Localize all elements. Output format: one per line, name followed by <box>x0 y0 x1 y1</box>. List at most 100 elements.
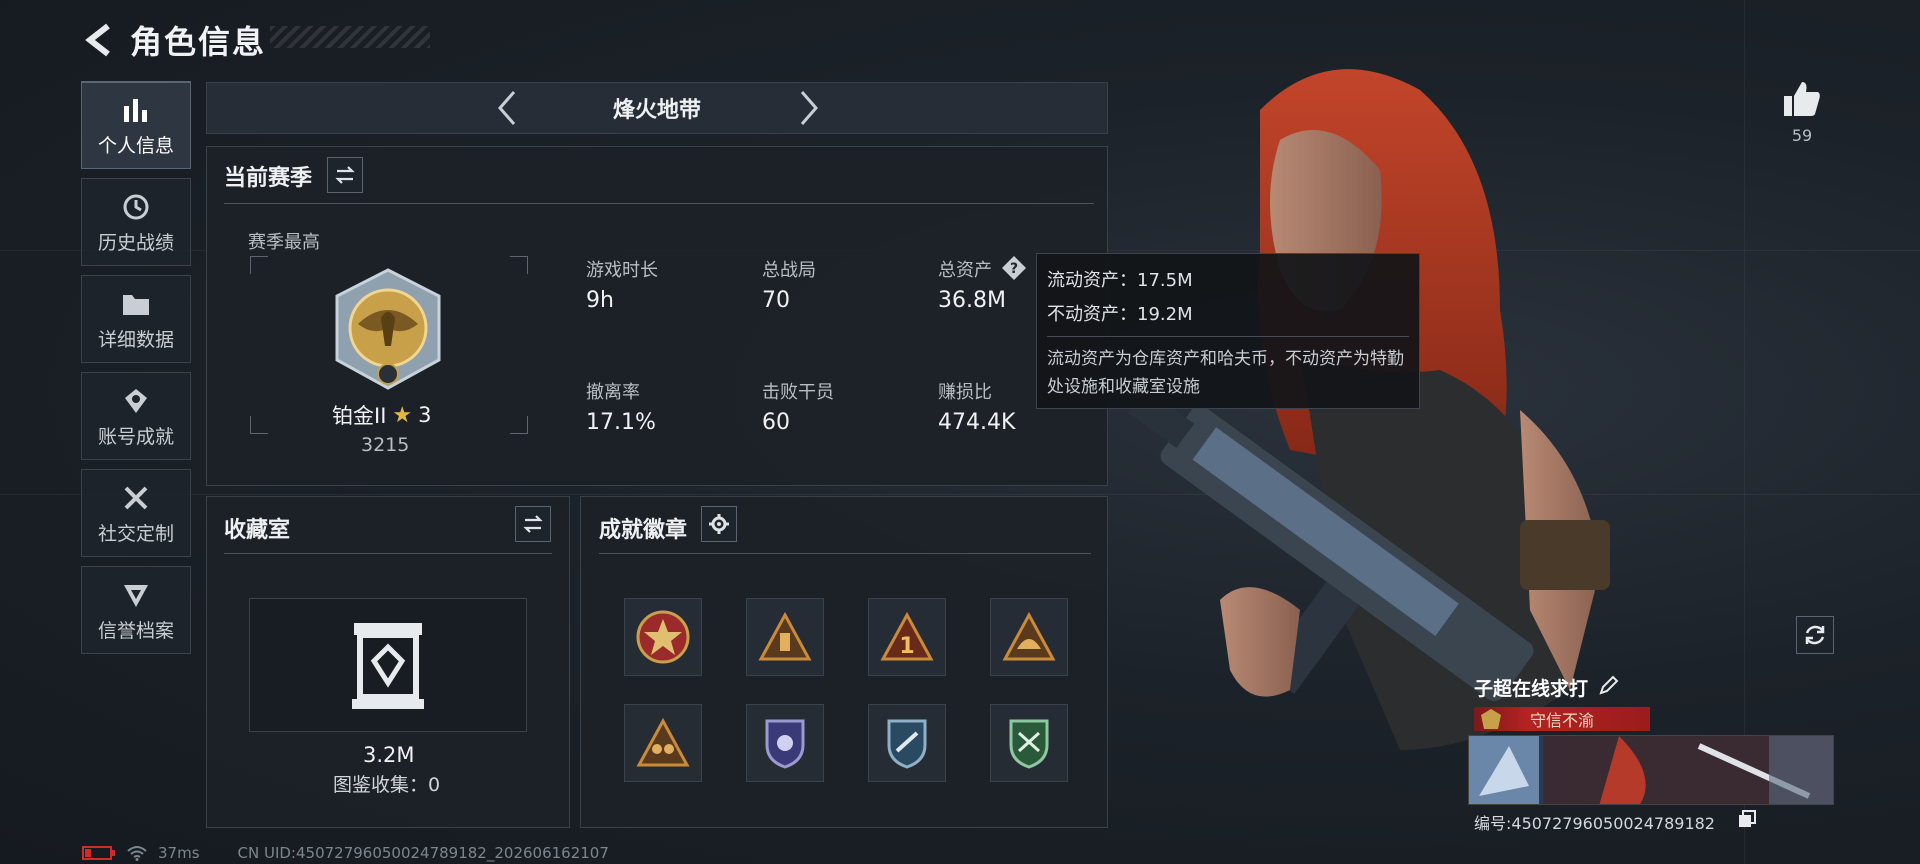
banner-art <box>1469 736 1833 804</box>
sidebar-item-label: 历史战绩 <box>97 231 174 254</box>
collection-switch-button[interactable] <box>515 506 551 542</box>
squad-badge-icon <box>636 717 690 767</box>
chevron-left-icon <box>498 91 516 125</box>
sidebar-item-social[interactable]: 社交定制 <box>81 469 191 557</box>
bottle-badge-icon <box>758 611 812 661</box>
edit-name-button[interactable] <box>1598 674 1620 700</box>
badge-slot[interactable] <box>990 704 1068 782</box>
rank-stars: 3 <box>418 403 432 427</box>
tooltip-fixed-assets: 不动资产：19.2M <box>1047 304 1193 325</box>
question-icon: ? <box>1002 256 1026 280</box>
sidebar-item-personal-info[interactable]: 个人信息 <box>81 81 191 169</box>
divider <box>224 203 1094 204</box>
stat-value-matches: 70 <box>762 288 790 313</box>
star-icon: ★ <box>392 402 413 428</box>
profile-banner[interactable] <box>1468 735 1834 805</box>
player-name: 子超在线求打 <box>1474 678 1589 700</box>
like-button[interactable]: 59 <box>1780 80 1824 145</box>
badge-slot[interactable] <box>746 598 824 676</box>
sidebar-item-reputation[interactable]: 信誉档案 <box>81 566 191 654</box>
reputation-icon <box>119 578 153 612</box>
catalog-count: 图鉴收集：0 <box>333 774 441 796</box>
status-bar: 37ms CN UID:45072796050024789182_2026061… <box>82 844 609 862</box>
stat-label-matches: 总战局 <box>762 260 816 281</box>
refresh-button[interactable] <box>1796 616 1834 654</box>
frame-corner <box>250 256 268 274</box>
title-decoration <box>270 26 430 48</box>
rank-emblem-icon <box>335 268 441 390</box>
mode-title: 烽火地带 <box>612 98 701 123</box>
stat-value-assets: 36.8M <box>938 288 1006 313</box>
sidebar-item-achievements[interactable]: 账号成就 <box>81 372 191 460</box>
badge-slot[interactable] <box>990 598 1068 676</box>
frame-corner <box>250 416 268 434</box>
tooltip-description: 流动资产为仓库资产和哈夫币，不动资产为特勤处设施和收藏室设施 <box>1047 349 1404 397</box>
divider <box>224 553 552 554</box>
player-id: 编号:450727960500247891​82 <box>1474 814 1715 833</box>
badge-slot[interactable] <box>746 704 824 782</box>
uid-text: CN UID:45072796050024789182_202606162107 <box>237 844 609 862</box>
display-case-icon <box>352 623 424 709</box>
badge-slot[interactable] <box>624 598 702 676</box>
pencil-icon <box>1599 675 1619 695</box>
ping-value: 37ms <box>158 844 200 862</box>
folder-icon <box>119 287 153 321</box>
rank-name: 铂金II <box>332 404 387 428</box>
badges-settings-button[interactable] <box>701 506 737 542</box>
back-arrow-icon <box>85 23 110 57</box>
divider <box>599 553 1091 554</box>
divider <box>1047 336 1409 337</box>
stat-label-playtime: 游戏时长 <box>586 260 658 281</box>
stat-label-kills: 击败干员 <box>762 382 834 403</box>
stat-value-kills: 60 <box>762 410 790 435</box>
assets-tooltip: 流动资产：17.5M 不动资产：19.2M 流动资产为仓库资产和哈夫币，不动资产… <box>1036 253 1420 409</box>
refresh-icon <box>1805 625 1825 645</box>
collection-showcase[interactable] <box>249 598 527 732</box>
rank-score: 3215 <box>361 434 410 456</box>
mode-selector: 烽火地带 <box>206 82 1108 134</box>
number-one-badge-icon: 1 <box>880 611 934 661</box>
shield-badge-icon <box>765 719 805 769</box>
stat-value-profit: 474.4K <box>938 410 1016 435</box>
sidebar-item-label: 详细数据 <box>97 328 174 351</box>
gear-icon <box>709 514 729 534</box>
sidebar-item-label: 账号成就 <box>97 425 174 448</box>
achievement-icon <box>119 384 153 418</box>
back-button[interactable] <box>80 20 116 60</box>
battery-icon <box>82 846 115 860</box>
mode-next-button[interactable] <box>789 86 829 130</box>
header: 角色信息 <box>80 16 266 64</box>
chevron-right-icon <box>800 91 818 125</box>
season-best-label: 赛季最高 <box>248 232 320 253</box>
sidebar-item-label: 个人信息 <box>97 135 174 157</box>
mode-prev-button[interactable] <box>487 86 527 130</box>
stat-label-assets: 总资产 <box>938 260 992 281</box>
collection-value: 3.2M <box>363 743 415 767</box>
sidebar-item-history[interactable]: 历史战绩 <box>81 178 191 266</box>
badge-slot[interactable] <box>868 704 946 782</box>
svg-text:1: 1 <box>899 634 914 659</box>
tooltip-liquid-assets: 流动资产：17.5M <box>1047 270 1193 291</box>
svg-text:?: ? <box>1010 261 1018 277</box>
sidebar-item-detail-data[interactable]: 详细数据 <box>81 275 191 363</box>
sidebar-item-label: 社交定制 <box>97 522 174 545</box>
stat-value-extraction: 17.1% <box>586 410 656 435</box>
wrench-shield-icon <box>887 719 927 769</box>
player-title-text: 守信不渝 <box>1529 711 1594 730</box>
title-medal-icon <box>1481 709 1501 729</box>
stat-value-playtime: 9h <box>586 288 614 313</box>
history-icon <box>119 190 153 224</box>
helmet-badge-icon <box>1002 611 1056 661</box>
stat-label-profit: 赚损比 <box>938 382 992 403</box>
badges-title: 成就徽章 <box>599 518 688 543</box>
sidebar-item-label: 信誉档案 <box>97 619 174 642</box>
season-switch-button[interactable] <box>327 157 363 193</box>
help-button[interactable]: ? <box>1001 255 1027 281</box>
copy-id-button[interactable] <box>1738 810 1756 832</box>
badge-slot[interactable] <box>624 704 702 782</box>
bar-chart-icon <box>119 93 153 127</box>
stat-label-extraction: 撤离率 <box>586 382 640 403</box>
page-title: 角色信息 <box>130 23 267 61</box>
badge-slot[interactable]: 1 <box>868 598 946 676</box>
like-count: 59 <box>1791 126 1813 145</box>
